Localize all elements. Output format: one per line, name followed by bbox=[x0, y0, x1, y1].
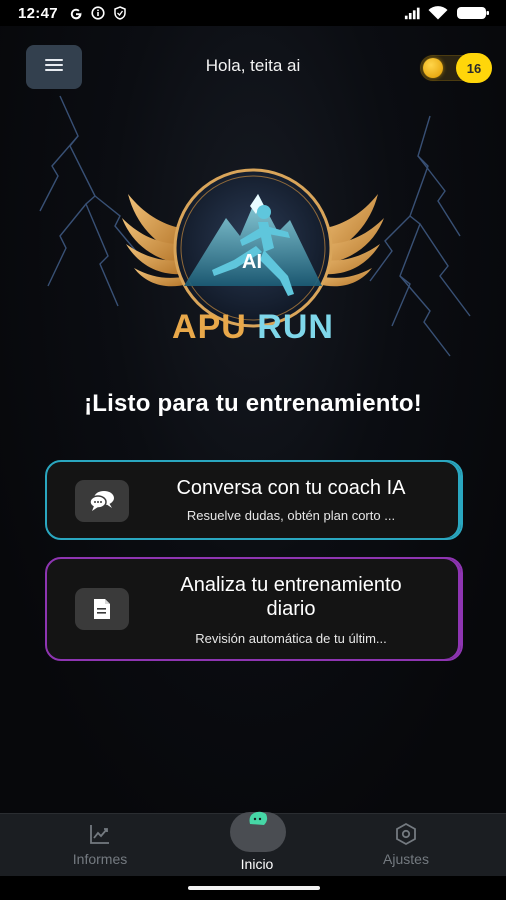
battery-icon bbox=[456, 5, 490, 21]
analyze-card-text: Analiza tu entrenamiento diario Revisión… bbox=[143, 573, 439, 646]
chart-icon bbox=[88, 822, 112, 846]
brand-run: RUN bbox=[257, 308, 334, 346]
nav-ajustes[interactable]: Ajustes bbox=[346, 814, 466, 877]
google-icon bbox=[68, 5, 84, 21]
analyze-card-subtitle: Revisión automática de tu últim... bbox=[195, 631, 387, 646]
coach-card-text: Conversa con tu coach IA Resuelve dudas,… bbox=[143, 476, 439, 523]
home-gesture-bar[interactable] bbox=[188, 886, 320, 890]
nav-informes[interactable]: Informes bbox=[40, 814, 160, 877]
analyze-card-title-line1: Analiza tu entrenamiento bbox=[180, 574, 402, 596]
shield-icon bbox=[112, 5, 128, 21]
status-time: 12:47 bbox=[18, 4, 58, 22]
status-right-icons bbox=[404, 5, 490, 21]
nav-informes-label: Informes bbox=[72, 851, 128, 867]
status-left-icons bbox=[68, 5, 128, 21]
analyze-card-title-line2: diario bbox=[266, 598, 316, 620]
coin-balance[interactable]: 16 bbox=[420, 53, 492, 83]
bottom-navigation: Informes Inicio Ajustes bbox=[0, 811, 506, 877]
coin-count-badge: 16 bbox=[456, 53, 492, 83]
nav-inicio-label: Inicio bbox=[240, 856, 274, 872]
home-screen: Hola, teita ai 16 AI APU RUN ¡Listo para… bbox=[0, 26, 506, 814]
coach-chat-card[interactable]: Conversa con tu coach IA Resuelve dudas,… bbox=[45, 460, 463, 540]
brand-name: APU RUN bbox=[0, 308, 506, 347]
chat-bubbles-icon bbox=[75, 480, 129, 522]
settings-hexagon-icon bbox=[394, 822, 418, 846]
info-icon bbox=[90, 5, 106, 21]
signal-icon bbox=[404, 5, 420, 21]
nav-ajustes-label: Ajustes bbox=[383, 851, 429, 867]
coin-icon bbox=[423, 58, 443, 78]
coach-card-subtitle: Resuelve dudas, obtén plan corto ... bbox=[186, 508, 396, 523]
brand-apu: APU bbox=[172, 308, 247, 346]
gesture-area bbox=[0, 876, 506, 900]
status-bar: 12:47 bbox=[0, 0, 506, 26]
analyze-training-card[interactable]: Analiza tu entrenamiento diario Revisión… bbox=[45, 557, 463, 661]
document-icon bbox=[75, 588, 129, 630]
logo-ai-badge: AI bbox=[242, 251, 262, 273]
wifi-icon bbox=[428, 5, 448, 21]
nav-inicio[interactable]: Inicio bbox=[197, 811, 317, 877]
home-icon bbox=[246, 804, 270, 828]
page-headline: ¡Listo para tu entrenamiento! bbox=[84, 390, 422, 417]
coach-card-title: Conversa con tu coach IA bbox=[176, 477, 406, 499]
